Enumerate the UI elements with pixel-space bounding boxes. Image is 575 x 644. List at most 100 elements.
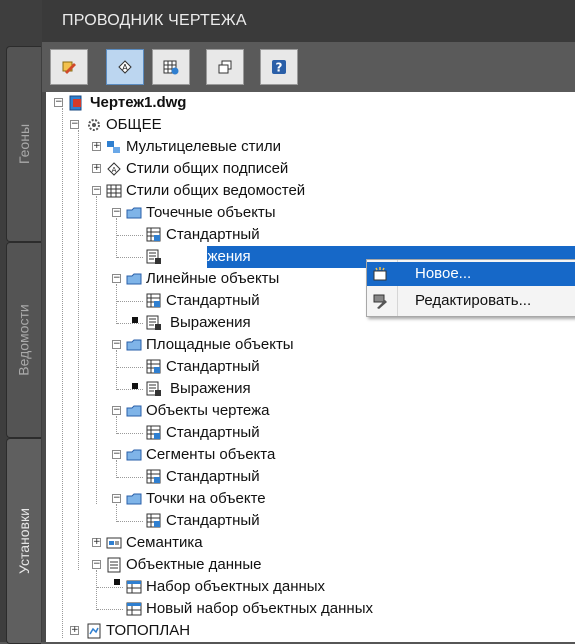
tree-line xyxy=(62,108,63,638)
tab-tables[interactable]: Ведомости xyxy=(6,242,41,438)
tree-item-label: Выражения xyxy=(170,314,251,331)
menu-item-new[interactable]: Новое... xyxy=(367,262,575,286)
tree-item-label: Выражения xyxy=(170,380,251,397)
edit-icon xyxy=(373,294,387,309)
tree-item-label: Стандартный xyxy=(166,292,260,309)
label-style-icon: A xyxy=(107,162,121,176)
tree-line xyxy=(117,477,143,478)
tree-line xyxy=(117,389,143,390)
table-style-icon xyxy=(146,469,161,484)
side-tab-strip: Геоны Ведомости Установки xyxy=(0,0,42,644)
expand-toggle[interactable]: + xyxy=(92,142,101,151)
collapse-toggle[interactable]: − xyxy=(112,274,121,283)
collapse-toggle[interactable]: − xyxy=(112,406,121,415)
expand-toggle[interactable]: + xyxy=(70,626,79,635)
panel-title: ПРОВОДНИК ЧЕРТЕЖА xyxy=(62,12,247,29)
tree-item-label: Набор объектных данных xyxy=(146,578,326,595)
tree-item-label: Выражения xyxy=(170,248,251,265)
folder-icon xyxy=(126,339,142,351)
tree-item-label: Стандартный xyxy=(166,512,260,529)
tree-line xyxy=(117,235,143,236)
tree-item-label: Стандартный xyxy=(166,358,260,375)
bullet-marker xyxy=(132,383,138,389)
tree-item-label: Семантика xyxy=(126,534,203,551)
collapse-toggle[interactable]: − xyxy=(70,120,79,129)
duplicate-icon xyxy=(218,60,232,74)
tree-item-label: Стандартный xyxy=(166,226,260,243)
multileader-icon xyxy=(107,141,120,153)
tree-item-label: Линейные объекты xyxy=(146,270,280,287)
duplicate-button[interactable] xyxy=(206,49,244,85)
tree-item-label: Новый набор объектных данных xyxy=(146,600,373,617)
collapse-toggle[interactable]: − xyxy=(112,450,121,459)
menu-item-new-label: Новое... xyxy=(415,265,472,282)
help-icon: ? xyxy=(272,60,286,75)
expressions-icon xyxy=(146,249,161,264)
tab-geons[interactable]: Геоны xyxy=(6,46,41,242)
semantics-icon xyxy=(106,537,122,549)
tree-line xyxy=(78,130,79,570)
tree-item-label: Стили общих подписей xyxy=(126,160,289,177)
topoplan-icon xyxy=(87,623,101,639)
svg-text:A: A xyxy=(122,63,128,72)
tree-line xyxy=(116,416,117,434)
drawing-file-icon xyxy=(69,95,82,111)
edit-style-button[interactable] xyxy=(50,49,88,85)
collapse-toggle[interactable]: − xyxy=(112,494,121,503)
panel-title-bar: ПРОВОДНИК ЧЕРТЕЖА xyxy=(42,0,575,42)
tab-settings-label: Установки xyxy=(16,508,32,574)
label-style-button[interactable]: A xyxy=(106,49,144,85)
folder-icon xyxy=(126,207,142,219)
data-set-icon xyxy=(126,602,142,616)
tree-line xyxy=(116,460,117,478)
tree-line xyxy=(117,323,143,324)
bullet-marker xyxy=(114,579,120,585)
tree-item-label: ТОПОПЛАН xyxy=(106,622,191,639)
edit-style-icon xyxy=(62,61,76,74)
table-icon xyxy=(106,184,122,198)
gear-icon xyxy=(88,119,100,131)
expressions-icon xyxy=(146,315,161,330)
tree-item-label: Точки на объекте xyxy=(146,490,266,507)
svg-text:A: A xyxy=(112,166,117,174)
collapse-toggle[interactable]: − xyxy=(92,186,101,195)
tree-line xyxy=(117,367,143,368)
menu-item-edit[interactable]: Редактировать... xyxy=(367,289,575,313)
tree-line xyxy=(96,570,97,610)
tree-line xyxy=(117,521,143,522)
tree-item-label: Мультицелевые стили xyxy=(126,138,281,155)
tree-item-label: Сегменты объекта xyxy=(146,446,276,463)
tab-settings[interactable]: Установки xyxy=(6,438,41,644)
tree-item-label: Стандартный xyxy=(166,468,260,485)
collapse-toggle[interactable]: − xyxy=(54,98,63,107)
help-button[interactable]: ? xyxy=(260,49,298,85)
tree-root-label: Чертеж1.dwg xyxy=(90,94,187,111)
tree-item-label: Объекты чертежа xyxy=(146,402,270,419)
tree-line xyxy=(117,433,143,434)
toolbar: A ? xyxy=(42,42,575,92)
tree-item-label: Точечные объекты xyxy=(146,204,276,221)
tab-tables-label: Ведомости xyxy=(16,304,33,376)
tree-item-label: Объектные данные xyxy=(126,556,262,573)
tree-line xyxy=(96,196,97,504)
collapse-toggle[interactable]: − xyxy=(92,560,101,569)
table-style-button[interactable] xyxy=(152,49,190,85)
table-style-icon xyxy=(163,60,179,75)
table-style-icon xyxy=(146,425,161,440)
expand-toggle[interactable]: + xyxy=(92,164,101,173)
tree-line xyxy=(116,350,117,390)
collapse-toggle[interactable]: − xyxy=(112,208,121,217)
tree-line xyxy=(117,257,143,258)
tree-item-label: ОБЩЕЕ xyxy=(106,116,162,133)
collapse-toggle[interactable]: − xyxy=(112,340,121,349)
folder-icon xyxy=(126,405,142,417)
tree-line xyxy=(117,301,143,302)
tree-line xyxy=(116,218,117,258)
table-style-icon xyxy=(146,359,161,374)
table-style-icon xyxy=(146,293,161,308)
folder-icon xyxy=(126,493,142,505)
tree-item-label: Стандартный xyxy=(166,424,260,441)
data-set-icon xyxy=(126,580,142,594)
tree-line xyxy=(116,284,117,324)
expand-toggle[interactable]: + xyxy=(92,538,101,547)
